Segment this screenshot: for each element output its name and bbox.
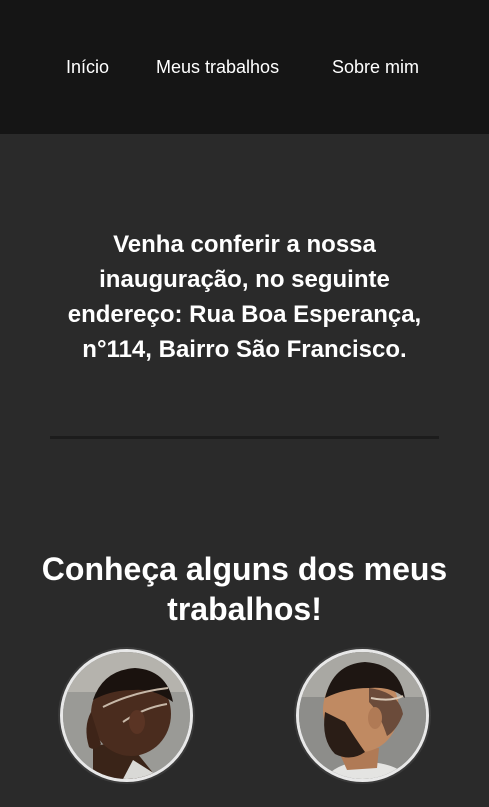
work-photo-1[interactable] (60, 649, 193, 782)
haircut-photo-image (63, 652, 190, 779)
inauguration-announcement: Venha conferir a nossa inauguração, no s… (67, 231, 422, 363)
section-divider (50, 436, 439, 439)
top-navigation-bar: Início Meus trabalhos Sobre mim (0, 0, 489, 134)
main-nav: Início Meus trabalhos Sobre mim (0, 55, 489, 79)
nav-link-meus-trabalhos[interactable]: Meus trabalhos (156, 55, 279, 79)
nav-link-sobre-mim[interactable]: Sobre mim (332, 55, 419, 79)
haircut-photo-image (299, 652, 426, 779)
nav-link-inicio[interactable]: Início (66, 55, 109, 79)
works-section-title: Conheça alguns dos meus trabalhos! (41, 550, 448, 627)
work-photo-2[interactable] (296, 649, 429, 782)
